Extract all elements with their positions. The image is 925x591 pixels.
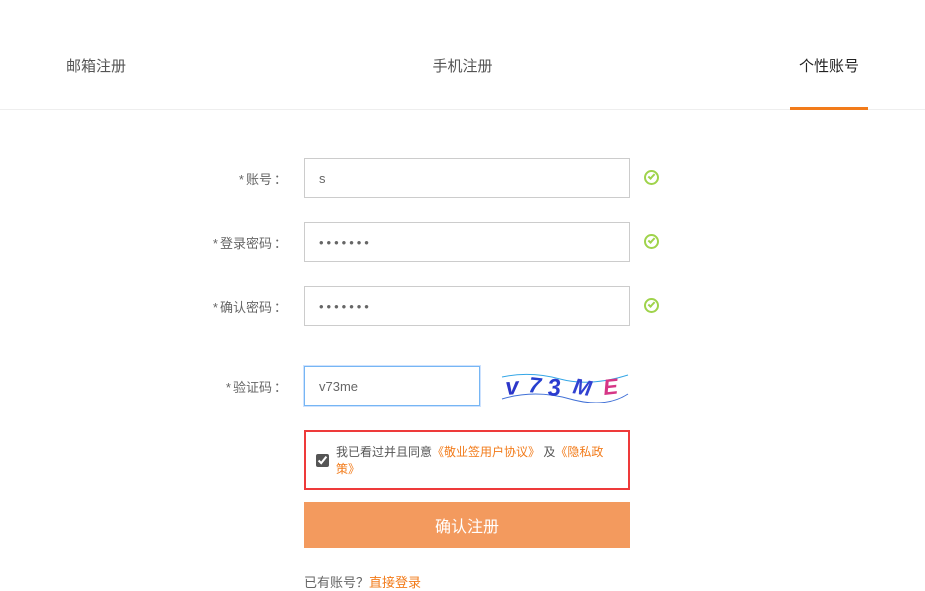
submit-register-button[interactable]: 确认注册 [304, 502, 630, 548]
asterisk: * [226, 380, 231, 395]
tab-phone-register[interactable]: 手机注册 [426, 55, 498, 109]
valid-check-icon [644, 170, 661, 187]
register-tabs: 邮箱注册 手机注册 个性账号 [0, 0, 925, 110]
colon: ： [274, 172, 288, 187]
tab-personal-register[interactable]: 个性账号 [793, 55, 865, 109]
label-confirm: *确认密码： [0, 297, 304, 316]
asterisk: * [239, 172, 244, 187]
colon: ： [274, 236, 288, 251]
row-captcha: *验证码： v 7 3 M E [0, 366, 925, 406]
svg-text:v: v [504, 373, 521, 401]
asterisk: * [213, 236, 218, 251]
label-account-text: 账号 [246, 172, 272, 187]
login-link[interactable]: 直接登录 [369, 575, 421, 590]
asterisk: * [213, 300, 218, 315]
label-confirm-text: 确认密码 [220, 300, 272, 315]
valid-check-icon [644, 298, 661, 315]
valid-check-icon [644, 234, 661, 251]
agreement-connector: 及 [540, 445, 555, 459]
label-captcha-text: 验证码 [233, 380, 272, 395]
agreement-box: 我已看过并且同意《敬业签用户协议》 及《隐私政策》 [304, 430, 630, 490]
agreement-checkbox[interactable] [316, 454, 329, 467]
account-input[interactable] [304, 158, 630, 198]
already-text: 已有账号？ [304, 575, 369, 590]
password-input[interactable] [304, 222, 630, 262]
confirm-password-input[interactable] [304, 286, 630, 326]
captcha-image[interactable]: v 7 3 M E [500, 369, 630, 403]
label-password-text: 登录密码 [220, 236, 272, 251]
already-have-account: 已有账号？直接登录 [304, 572, 925, 591]
svg-text:3: 3 [547, 374, 563, 402]
label-captcha: *验证码： [0, 377, 304, 396]
row-confirm: *确认密码： [0, 286, 925, 326]
register-form: *账号： *登录密码： *确认密码： *验证码： v 7 3 [0, 110, 925, 591]
label-account: *账号： [0, 169, 304, 188]
row-password: *登录密码： [0, 222, 925, 262]
captcha-input[interactable] [304, 366, 480, 406]
row-account: *账号： [0, 158, 925, 198]
label-password: *登录密码： [0, 233, 304, 252]
svg-text:M: M [571, 373, 594, 401]
tab-email-register[interactable]: 邮箱注册 [60, 55, 132, 109]
colon: ： [274, 380, 288, 395]
user-agreement-link[interactable]: 《敬业签用户协议》 [432, 445, 540, 459]
agreement-text: 我已看过并且同意《敬业签用户协议》 及《隐私政策》 [336, 443, 618, 477]
svg-text:E: E [602, 373, 621, 400]
colon: ： [274, 300, 288, 315]
agreement-prefix: 我已看过并且同意 [336, 445, 432, 459]
